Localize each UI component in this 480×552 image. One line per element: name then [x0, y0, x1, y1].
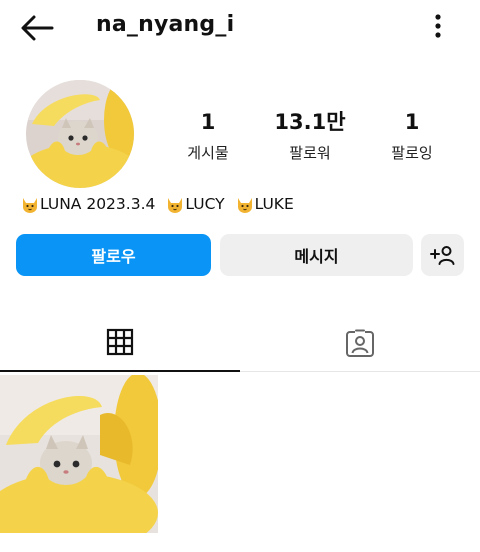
tagged-person-icon [346, 329, 374, 357]
more-options-button[interactable] [424, 12, 452, 42]
profile-username: na_nyang_i [96, 12, 235, 37]
grid-icon [106, 328, 134, 356]
follow-button-label: 팔로우 [91, 247, 136, 266]
top-bar: na_nyang_i [0, 0, 480, 56]
back-arrow-icon [21, 15, 54, 41]
bio-lucy: LUCY [185, 195, 225, 213]
message-button[interactable]: 메시지 [220, 234, 413, 276]
back-button[interactable] [18, 12, 58, 44]
profile-avatar[interactable] [26, 80, 134, 188]
more-vertical-icon [435, 14, 441, 38]
post-thumbnail[interactable] [0, 375, 158, 533]
bio-luna: LUNA 2023.3.4 [40, 195, 156, 213]
cat-face-icon [23, 198, 37, 213]
message-button-label: 메시지 [294, 247, 339, 266]
following-count: 1 [404, 110, 420, 134]
following-stat[interactable]: 1 팔로잉 [352, 108, 472, 163]
following-label: 팔로잉 [391, 144, 433, 162]
suggested-accounts-button[interactable] [421, 234, 464, 276]
bio-luke: LUKE [254, 195, 294, 213]
banana-cat-photo [0, 375, 158, 533]
banana-cat-photo [26, 80, 134, 188]
tab-posts-grid[interactable] [0, 314, 240, 372]
profile-bio: LUNA 2023.3.4 LUCY LUKE [20, 194, 294, 214]
cat-face-icon [168, 198, 183, 213]
follow-button[interactable]: 팔로우 [16, 234, 211, 276]
tab-tagged[interactable] [240, 314, 480, 372]
add-person-icon [429, 246, 454, 265]
cat-face-icon [237, 198, 252, 213]
